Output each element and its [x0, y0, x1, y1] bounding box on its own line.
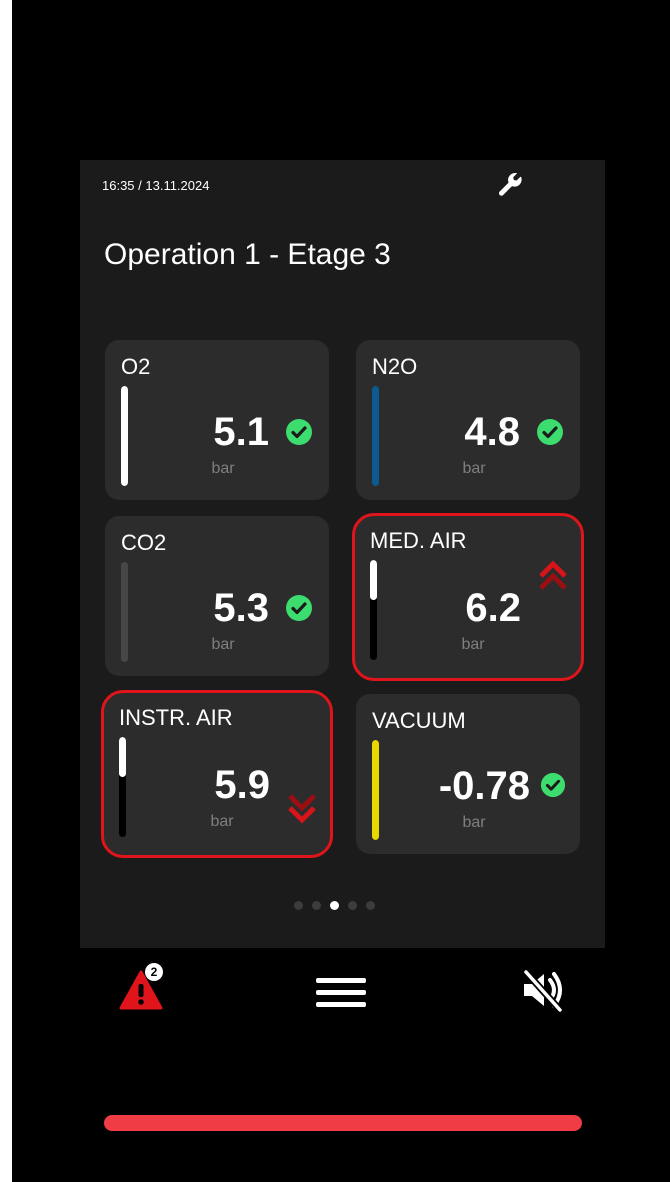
speaker-muted-icon[interactable] — [518, 966, 566, 1014]
gas-name: CO2 — [121, 530, 167, 555]
pressure-bar-fill — [370, 560, 377, 600]
wrench-icon[interactable] — [497, 172, 523, 198]
pressure-bar-fill — [119, 737, 126, 777]
pressure-bar-fill — [121, 386, 128, 486]
pressure-bar — [370, 560, 377, 660]
gas-tile-n2o[interactable]: N2O 4.8 bar — [356, 340, 580, 500]
check-icon — [286, 419, 312, 445]
gas-value: 6.2 — [465, 586, 521, 630]
gas-name: O2 — [121, 354, 151, 379]
gas-name: VACUUM — [372, 708, 466, 733]
gas-tile-instr-air[interactable]: INSTR. AIR 5.9 bar — [101, 690, 333, 858]
gas-value: 5.3 — [213, 586, 269, 630]
bottom-indicator-bar — [104, 1115, 582, 1131]
gas-unit: bar — [461, 636, 485, 653]
datetime: 16:35 / 13.11.2024 — [102, 178, 210, 193]
gas-tile-med-air[interactable]: MED. AIR 6.2 bar — [352, 513, 584, 681]
check-icon — [286, 595, 312, 621]
gas-value: 4.8 — [464, 410, 520, 454]
gas-value: 5.1 — [213, 410, 269, 454]
double-chevron-up-icon — [539, 560, 567, 590]
gas-tile-vacuum[interactable]: VACUUM -0.78 bar — [356, 694, 580, 854]
check-icon — [540, 772, 566, 798]
check-icon — [537, 419, 563, 445]
page-dot-active[interactable] — [330, 901, 339, 910]
gas-value: -0.78 — [438, 764, 530, 808]
gas-unit: bar — [462, 814, 486, 831]
gas-name: INSTR. AIR — [119, 705, 233, 730]
gas-name: MED. AIR — [370, 528, 467, 553]
alarm-count-badge: 2 — [145, 963, 163, 981]
gas-unit: bar — [462, 460, 486, 477]
pressure-bar — [372, 740, 379, 840]
pressure-bar-fill — [121, 562, 128, 662]
gas-unit: bar — [211, 636, 235, 653]
screen-edge — [0, 0, 12, 1182]
double-chevron-down-icon — [288, 794, 316, 824]
hamburger-menu-icon[interactable] — [316, 974, 366, 1012]
gas-unit: bar — [210, 813, 234, 830]
page-dot[interactable] — [312, 901, 321, 910]
pressure-bar-fill — [372, 386, 379, 486]
page-title: Operation 1 - Etage 3 — [104, 238, 391, 271]
pressure-bar — [372, 386, 379, 486]
gas-value: 5.9 — [214, 763, 270, 807]
main-panel: 16:35 / 13.11.2024 Operation 1 - Etage 3… — [80, 160, 605, 948]
pressure-bar-fill — [372, 740, 379, 840]
gas-tile-co2[interactable]: CO2 5.3 bar — [105, 516, 329, 676]
page-dot[interactable] — [366, 901, 375, 910]
page-indicator — [294, 901, 375, 910]
gas-unit: bar — [211, 460, 235, 477]
pressure-bar — [121, 386, 128, 486]
pressure-bar — [121, 562, 128, 662]
page-dot[interactable] — [348, 901, 357, 910]
pressure-bar — [119, 737, 126, 837]
gas-tile-o2[interactable]: O2 5.1 bar — [105, 340, 329, 500]
gas-name: N2O — [372, 354, 418, 379]
page-dot[interactable] — [294, 901, 303, 910]
